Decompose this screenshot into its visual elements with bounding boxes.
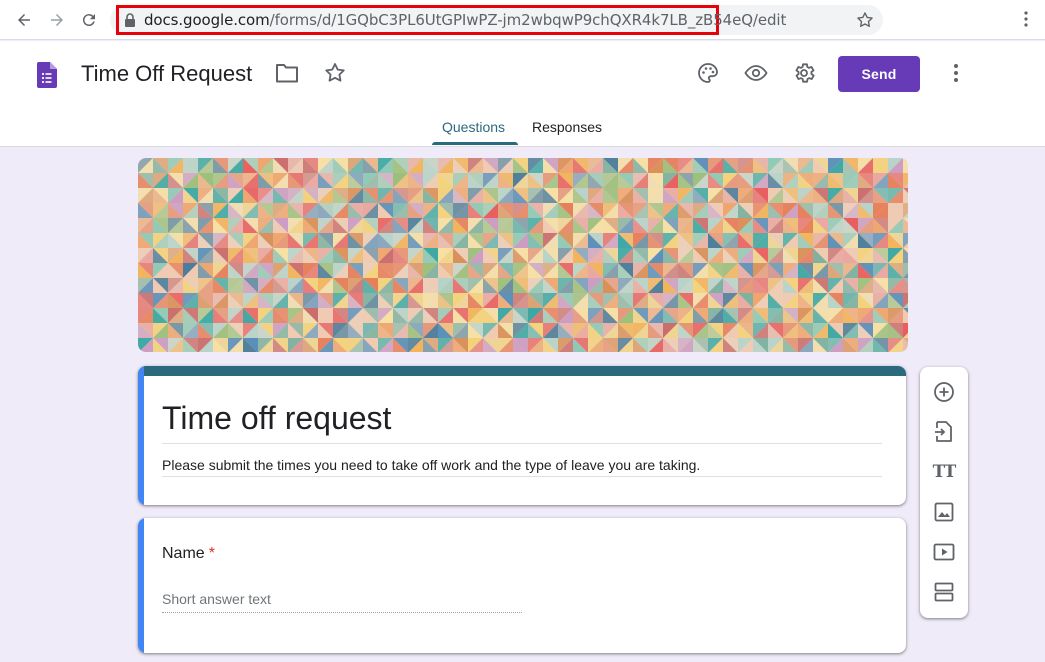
theme-color-band <box>138 366 906 376</box>
tab-responses[interactable]: Responses <box>532 119 602 135</box>
preview-eye-icon[interactable] <box>744 61 768 85</box>
send-button[interactable]: Send <box>838 56 920 92</box>
selected-indicator <box>138 518 144 653</box>
browser-toolbar: docs.google.com/forms/d/1GQbC3PL6UtGPIwP… <box>0 0 1045 40</box>
bookmark-star-icon[interactable] <box>855 10 875 35</box>
question-toolbar: TT <box>920 367 968 618</box>
google-forms-logo-icon[interactable] <box>37 62 57 93</box>
add-image-icon[interactable] <box>932 500 956 524</box>
reload-icon[interactable] <box>77 8 101 32</box>
forward-arrow-icon[interactable] <box>45 8 69 32</box>
short-answer-underline <box>162 612 522 613</box>
form-description[interactable]: Please submit the times you need to take… <box>162 457 700 473</box>
add-question-icon[interactable] <box>932 380 956 404</box>
question-label[interactable]: Name * <box>162 545 215 563</box>
document-title[interactable]: Time Off Request <box>81 61 252 87</box>
short-answer-placeholder: Short answer text <box>162 591 271 607</box>
title-underline <box>162 443 882 444</box>
required-asterisk: * <box>208 545 215 562</box>
url-path: /forms/d/1GQbC3PL6UtGPIwPZ-jm2wbqwP9chQX… <box>269 11 787 29</box>
back-arrow-icon[interactable] <box>12 8 36 32</box>
lock-icon[interactable] <box>124 13 136 32</box>
question-card[interactable]: Name * Short answer text <box>138 518 906 653</box>
question-title: Name <box>162 545 205 562</box>
add-video-icon[interactable] <box>932 540 956 564</box>
settings-gear-icon[interactable] <box>792 61 816 85</box>
forms-header: Time Off Request Send Questions Response… <box>0 41 1045 147</box>
url-text[interactable]: docs.google.com/forms/d/1GQbC3PL6UtGPIwP… <box>144 11 786 29</box>
active-tab-indicator <box>432 142 518 145</box>
add-section-icon[interactable] <box>932 580 956 604</box>
more-options-icon[interactable] <box>944 61 968 90</box>
selected-indicator <box>138 366 144 505</box>
star-icon[interactable] <box>323 61 347 90</box>
address-bar[interactable]: docs.google.com/forms/d/1GQbC3PL6UtGPIwP… <box>110 5 883 35</box>
import-questions-icon[interactable] <box>932 420 956 444</box>
add-title-icon[interactable]: TT <box>932 460 957 484</box>
form-title-card[interactable]: Time off request Please submit the times… <box>138 366 906 505</box>
folder-icon[interactable] <box>275 62 299 89</box>
description-underline <box>162 476 882 477</box>
header-banner-image <box>138 158 908 352</box>
browser-menu-icon[interactable] <box>1024 10 1028 33</box>
palette-icon[interactable] <box>696 61 720 85</box>
tab-questions[interactable]: Questions <box>442 119 505 135</box>
url-host: docs.google.com <box>144 11 270 29</box>
form-title[interactable]: Time off request <box>162 400 391 437</box>
